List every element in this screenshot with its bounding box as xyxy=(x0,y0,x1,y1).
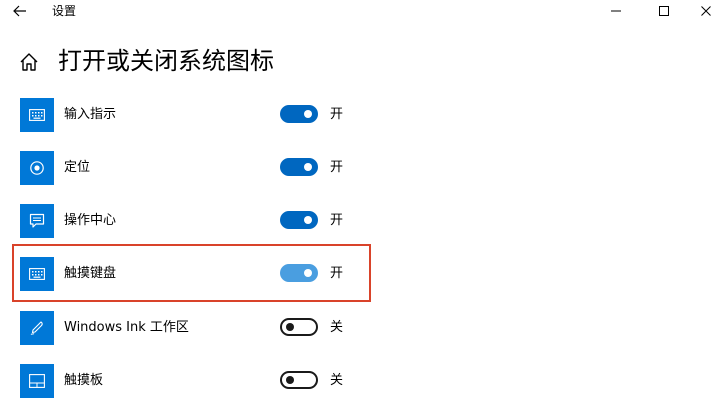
toggle-state-label: 开 xyxy=(330,266,344,281)
item-label: 操作中心 xyxy=(64,213,117,228)
touch-keyboard-icon xyxy=(29,268,45,280)
close-button[interactable] xyxy=(690,0,721,22)
toggle-knob xyxy=(304,163,312,171)
toggle-knob xyxy=(286,323,294,331)
toggle-switch[interactable] xyxy=(280,264,318,282)
toggle-switch[interactable] xyxy=(280,105,318,123)
list-item-touch-keyboard: 触摸键盘 开 xyxy=(0,257,721,297)
toggle-switch[interactable] xyxy=(280,158,318,176)
tile xyxy=(20,151,54,185)
list-item-input-indicator: 输入指示 开 xyxy=(0,98,721,138)
pen-icon xyxy=(30,321,43,335)
minimize-button[interactable] xyxy=(600,0,632,22)
tile xyxy=(20,311,54,345)
page-title: 打开或关闭系统图标 xyxy=(58,47,274,75)
close-icon xyxy=(701,6,711,16)
location-icon xyxy=(30,161,44,175)
tile xyxy=(20,257,54,291)
toggle-state-label: 关 xyxy=(330,373,344,388)
list-item-location: 定位 开 xyxy=(0,151,721,191)
touchpad-icon xyxy=(29,374,45,388)
tile xyxy=(20,364,54,398)
toggle-switch[interactable] xyxy=(280,318,318,336)
toggle-knob xyxy=(304,216,312,224)
toggle-knob xyxy=(304,110,312,118)
item-label: Windows Ink 工作区 xyxy=(64,320,189,335)
toggle-state-label: 开 xyxy=(330,213,344,228)
tile xyxy=(20,98,54,132)
page-header: 打开或关闭系统图标 xyxy=(0,40,721,84)
maximize-button[interactable] xyxy=(648,0,680,22)
toggle-switch[interactable] xyxy=(280,211,318,229)
home-icon[interactable] xyxy=(18,51,40,73)
toggle-state-label: 开 xyxy=(330,107,344,122)
title-bar: 设置 xyxy=(0,0,721,24)
item-label: 触摸键盘 xyxy=(64,266,117,281)
list-item-windows-ink: Windows Ink 工作区 关 xyxy=(0,311,721,351)
tile xyxy=(20,204,54,238)
app-title: 设置 xyxy=(52,4,77,18)
item-label: 输入指示 xyxy=(64,107,117,122)
toggle-knob xyxy=(286,376,294,384)
toggle-knob xyxy=(304,269,312,277)
minimize-icon xyxy=(611,10,621,12)
item-label: 触摸板 xyxy=(64,373,104,388)
item-label: 定位 xyxy=(64,160,91,175)
action-center-icon xyxy=(29,213,45,228)
toggle-state-label: 开 xyxy=(330,160,344,175)
back-arrow-icon xyxy=(13,5,26,17)
toggle-state-label: 关 xyxy=(330,320,344,335)
list-item-action-center: 操作中心 开 xyxy=(0,204,721,244)
maximize-icon xyxy=(659,6,669,16)
back-button[interactable] xyxy=(8,0,32,22)
toggle-switch[interactable] xyxy=(280,371,318,389)
keyboard-icon xyxy=(29,109,45,121)
list-item-touchpad: 触摸板 关 xyxy=(0,364,721,404)
